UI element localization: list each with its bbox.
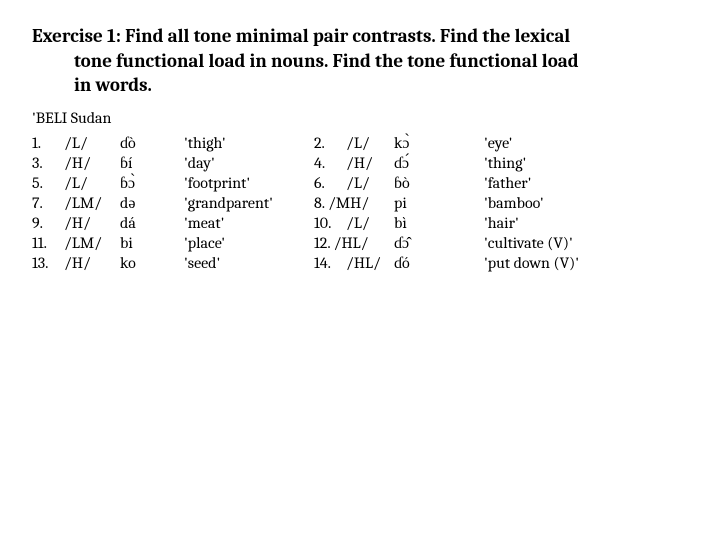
gloss: 'grandparent'	[184, 193, 314, 213]
item-number: 4.	[314, 153, 346, 173]
item-number: 9.	[32, 213, 64, 233]
item-number: 10.	[314, 213, 346, 233]
tone-pattern: /L/	[346, 173, 394, 193]
table-row: 13./H/ko'seed'14./HL/ɗó'put down (V)'	[32, 253, 579, 273]
gloss: 'meat'	[184, 213, 314, 233]
word: ɗɔ̂	[394, 233, 484, 253]
gloss: 'bamboo'	[484, 193, 579, 213]
tone-pattern: /L/	[64, 173, 120, 193]
tone-pattern: /L/	[346, 133, 394, 153]
word: ko	[120, 253, 184, 273]
tone-pattern: /H/	[64, 213, 120, 233]
item-number: 7.	[32, 193, 64, 213]
word: pi	[394, 193, 484, 213]
title-line-2: tone functional load in nouns. Find the …	[32, 49, 688, 74]
item-number: 13.	[32, 253, 64, 273]
word: bì	[394, 213, 484, 233]
item-number: 11.	[32, 233, 64, 253]
tone-pattern: /L/	[346, 213, 394, 233]
tone-pattern: /LM/	[64, 193, 120, 213]
minimal-pairs-table: 1./L/ɗò'thigh'2./L/kɔ̀'eye'3./H/ɓí'day'4…	[32, 133, 579, 273]
table-row: 11./LM/bi'place'12. /HL/ɗɔ̂'cultivate (V…	[32, 233, 579, 253]
item-number-tone: 12. /HL/	[314, 233, 394, 253]
table-row: 1./L/ɗò'thigh'2./L/kɔ̀'eye'	[32, 133, 579, 153]
word: ɗò	[120, 133, 184, 153]
word: ɓɔ̀	[120, 173, 184, 193]
table-row: 7./LM/də'grandparent'8. /MH/pi'bamboo'	[32, 193, 579, 213]
title-line-3: in words.	[32, 73, 688, 98]
word: dá	[120, 213, 184, 233]
language-header: 'BELI Sudan	[32, 108, 688, 129]
item-number: 14.	[314, 253, 346, 273]
gloss: 'put down (V)'	[484, 253, 579, 273]
tone-pattern: /H/	[64, 153, 120, 173]
gloss: 'thing'	[484, 153, 579, 173]
item-number-tone: 8. /MH/	[314, 193, 394, 213]
table-row: 5./L/ɓɔ̀'footprint'6./L/ɓò'father'	[32, 173, 579, 193]
title-line-1: Exercise 1: Find all tone minimal pair c…	[32, 25, 570, 47]
word: ɓí	[120, 153, 184, 173]
tone-pattern: /H/	[346, 153, 394, 173]
item-number: 6.	[314, 173, 346, 193]
item-number: 1.	[32, 133, 64, 153]
word: ɗɔ́	[394, 153, 484, 173]
item-number: 3.	[32, 153, 64, 173]
gloss: 'footprint'	[184, 173, 314, 193]
table-row: 9./H/dá'meat'10./L/bì'hair'	[32, 213, 579, 233]
tone-pattern: /LM/	[64, 233, 120, 253]
tone-pattern: /HL/	[346, 253, 394, 273]
gloss: 'day'	[184, 153, 314, 173]
gloss: 'eye'	[484, 133, 579, 153]
word: də	[120, 193, 184, 213]
item-number: 5.	[32, 173, 64, 193]
item-number: 2.	[314, 133, 346, 153]
word: ɓò	[394, 173, 484, 193]
word: kɔ̀	[394, 133, 484, 153]
tone-pattern: /H/	[64, 253, 120, 273]
gloss: 'father'	[484, 173, 579, 193]
gloss: 'seed'	[184, 253, 314, 273]
exercise-title: Exercise 1: Find all tone minimal pair c…	[32, 24, 688, 98]
word: ɗó	[394, 253, 484, 273]
gloss: 'hair'	[484, 213, 579, 233]
tone-pattern: /L/	[64, 133, 120, 153]
table-row: 3./H/ɓí'day'4./H/ɗɔ́'thing'	[32, 153, 579, 173]
gloss: 'place'	[184, 233, 314, 253]
word: bi	[120, 233, 184, 253]
gloss: 'cultivate (V)'	[484, 233, 579, 253]
gloss: 'thigh'	[184, 133, 314, 153]
